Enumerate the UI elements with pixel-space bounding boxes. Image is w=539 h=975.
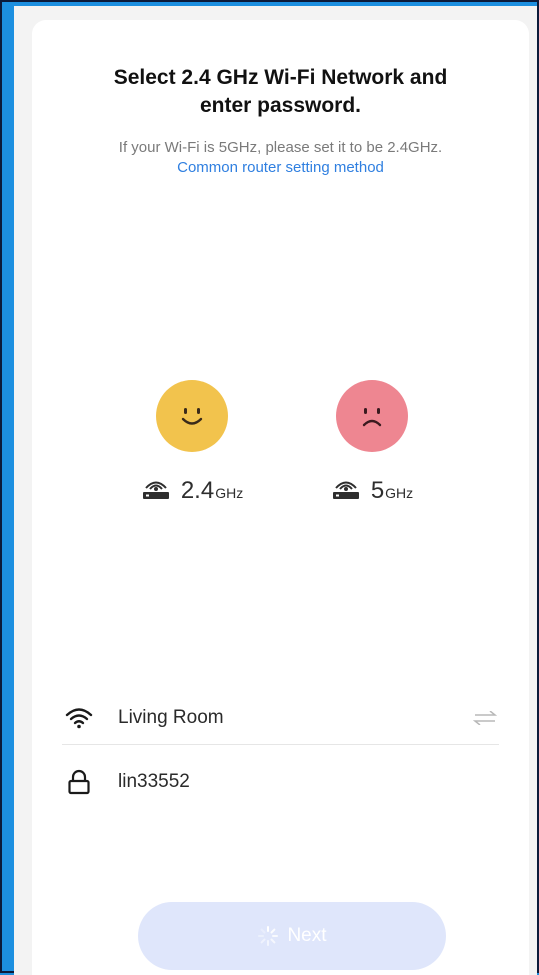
band-5ghz-value: 5 [370, 477, 385, 504]
router-icon [332, 481, 359, 499]
app-screen: Select 2.4 GHz Wi-Fi Network and enter p… [14, 6, 537, 975]
band-5ghz: 5 GHz [302, 380, 442, 505]
wifi-network-row[interactable]: Living Room [62, 692, 499, 745]
happy-face-icon [156, 380, 228, 452]
wifi-icon [62, 704, 96, 732]
loading-spinner-icon [258, 926, 279, 946]
next-button[interactable]: Next [138, 902, 446, 970]
device-frame: Select 2.4 GHz Wi-Fi Network and enter p… [0, 0, 539, 975]
password-row[interactable]: lin33552 [62, 756, 499, 808]
page-title: Select 2.4 GHz Wi-Fi Network and enter p… [113, 66, 448, 117]
sad-face-icon [336, 380, 408, 452]
band-24ghz: 2.4 GHz [122, 380, 262, 505]
swap-arrows-icon[interactable] [471, 708, 499, 728]
band-24ghz-unit: GHz [215, 485, 244, 501]
page-subtitle: If your Wi-Fi is 5GHz, please set it to … [118, 139, 443, 156]
password-field[interactable]: lin33552 [118, 771, 499, 793]
router-icon [142, 481, 169, 499]
next-button-label: Next [287, 925, 327, 946]
band-5ghz-unit: GHz [385, 485, 414, 501]
band-24ghz-value: 2.4 [180, 477, 215, 504]
band-5ghz-label: 5 GHz [302, 476, 442, 505]
band-24ghz-label: 2.4 GHz [122, 476, 262, 505]
content-card: Select 2.4 GHz Wi-Fi Network and enter p… [32, 20, 529, 975]
router-setting-link[interactable]: Common router setting method [32, 158, 529, 178]
lock-icon [62, 768, 96, 796]
wifi-network-name: Living Room [118, 707, 224, 728]
